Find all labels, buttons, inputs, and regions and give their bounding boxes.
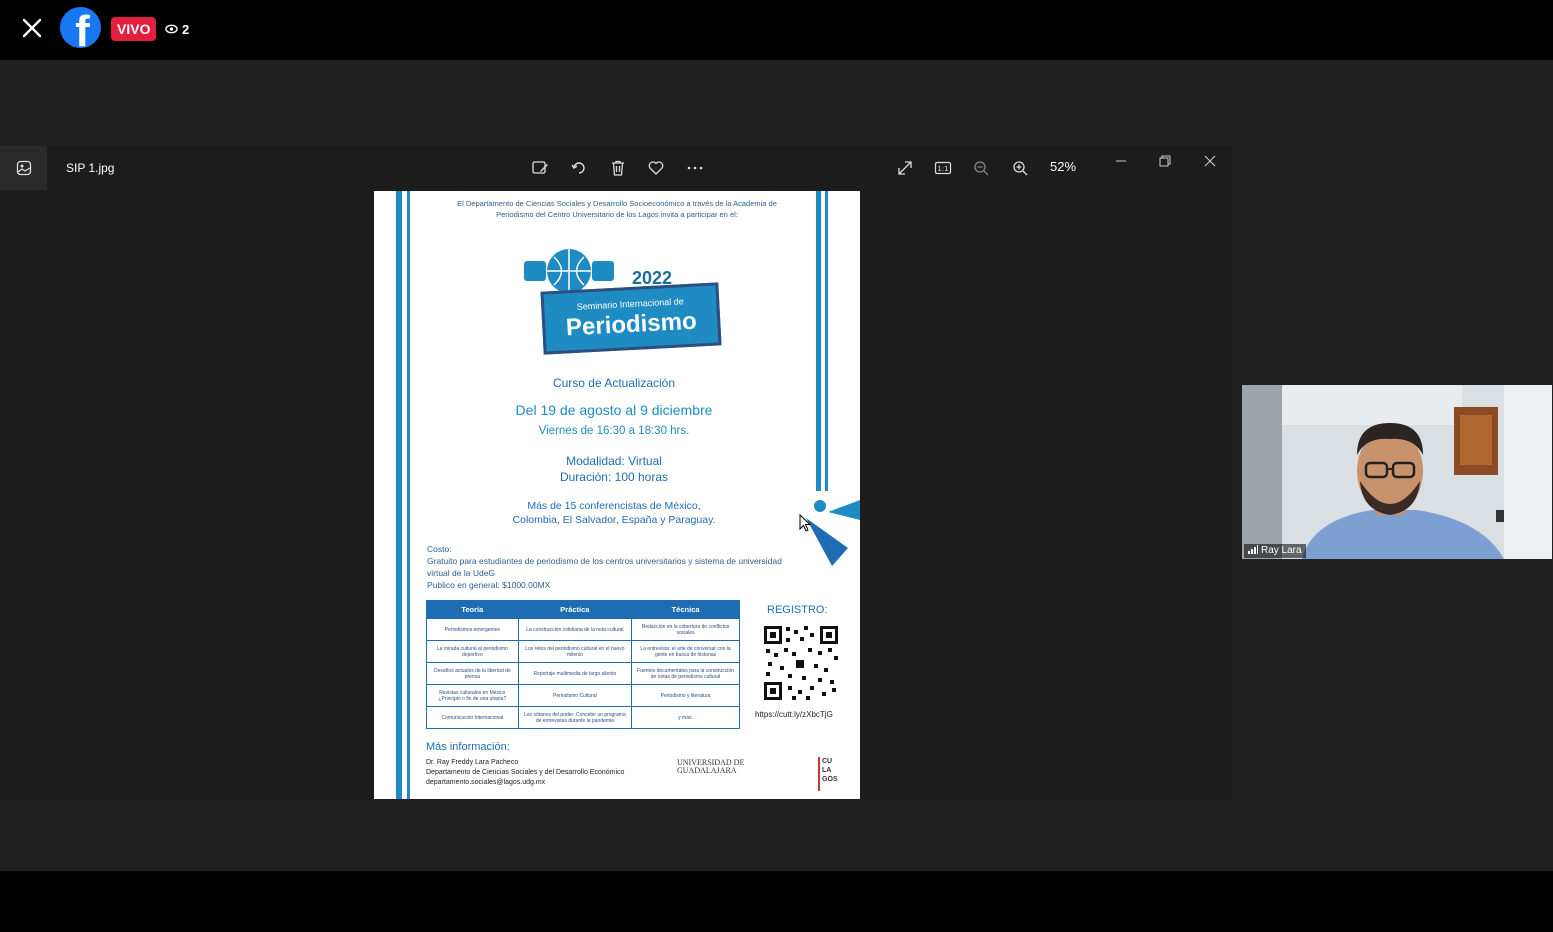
udg-line-2: GUADALAJARA [677, 766, 737, 775]
poster-stripe [816, 191, 821, 491]
zoom-out-icon[interactable] [970, 157, 992, 179]
cu-lagos-logo: CU LA GOS [818, 757, 840, 791]
zoom-in-icon[interactable] [1009, 157, 1031, 179]
contact-dept: Departamento de Ciencias Sociales y del … [426, 769, 625, 776]
table-cell: Redacción en la cobertura de conflictos … [631, 618, 740, 641]
course-table: Teoría Práctica Técnica Periodismos emer… [426, 600, 740, 729]
table-row: Desafíos actuales de la libertad de pren… [426, 662, 740, 685]
live-badge: VIVO [111, 17, 157, 41]
mas-info-heading: Más información: [426, 741, 510, 753]
qr-code-icon [762, 624, 840, 702]
mouse-cursor-icon [799, 514, 811, 532]
poster-speakers-line-1: Más de 15 conferencistas de México, [527, 500, 701, 512]
file-name: SIP 1.jpg [66, 161, 115, 175]
udg-logo: UNIVERSIDAD DE GUADALAJARA [677, 759, 744, 775]
top-bar: f VIVO 2 [0, 0, 1553, 60]
participant-name: Ray Lara [1261, 545, 1302, 556]
signal-bars-icon [1248, 544, 1258, 559]
table-row: Periodismos emergentes La construcción c… [426, 618, 740, 641]
poster-speakers-line-2: Colombia, El Salvador, España y Paraguay… [512, 514, 716, 526]
table-cell: Comunicación Internacional [426, 706, 519, 729]
photos-app-icon [0, 146, 47, 190]
close-icon[interactable] [18, 14, 46, 42]
participant-name-tag: Ray Lara [1244, 544, 1306, 558]
poster-decoration [806, 500, 860, 566]
poster-stripe [396, 191, 402, 799]
poster-dates: Del 19 de agosto al 9 diciembre [515, 402, 713, 418]
bottom-bar [0, 871, 1553, 932]
poster-logo-banner: Seminario Internacional de Periodismo [540, 282, 722, 355]
fullscreen-icon[interactable] [894, 157, 916, 179]
table-header: Técnica [631, 600, 740, 619]
registro-label: REGISTRO: [767, 604, 828, 616]
window-close-icon[interactable] [1199, 150, 1221, 172]
table-cell: Fuentes documentales para la construcció… [631, 662, 740, 685]
rotate-icon[interactable] [568, 157, 590, 179]
table-row: La mirada cultural al periodismo deporti… [426, 640, 740, 663]
minimize-icon[interactable] [1110, 150, 1132, 172]
cu-lagos-line: LA [822, 767, 832, 774]
poster-schedule: Viernes de 16:30 a 18:30 hrs. [538, 425, 690, 437]
poster-stripe [407, 191, 410, 799]
table-header: Teoría [426, 600, 519, 619]
poster-image: El Departamento de Ciencias Sociales y D… [374, 191, 860, 799]
restore-icon[interactable] [1154, 150, 1176, 172]
contact-info: Dr. Ray Freddy Lara Pacheco Departamento… [426, 758, 686, 788]
contact-name: Dr. Ray Freddy Lara Pacheco [426, 759, 519, 766]
participant-video[interactable]: Ray Lara [1242, 385, 1552, 559]
table-cell: Periodismos emergentes [426, 618, 519, 641]
table-cell: Desafíos actuales de la libertad de pren… [426, 662, 519, 685]
poster-duration: Duración: 100 horas [559, 470, 669, 484]
table-cell: Revistas culturales en México ¿Principio… [426, 684, 519, 707]
participant-video-feed [1242, 385, 1552, 559]
cost-general: Publico en general: $1000.00MX [427, 580, 551, 590]
cost-students: Gratuito para estudiantes de periodismo … [427, 556, 782, 578]
table-cell: Reportaje multimedia de largo aliento [517, 662, 633, 685]
delete-icon[interactable] [607, 157, 629, 179]
cu-lagos-line: CU [822, 758, 833, 765]
table-header: Práctica [517, 600, 633, 619]
cu-lagos-line: GOS [822, 776, 838, 783]
table-row: Revistas culturales en México ¿Principio… [426, 684, 740, 707]
viewer-count-value: 2 [182, 21, 190, 37]
zoom-level[interactable]: 52% [1050, 159, 1076, 174]
table-cell: Periodismo y literatura [631, 684, 740, 707]
poster-cost: Costo: Gratuito para estudiantes de peri… [427, 543, 787, 591]
contact-email: departamento.sociales@lagos.udg.mx [426, 779, 546, 786]
table-cell: La mirada cultural al periodismo deporti… [426, 640, 519, 663]
table-row: Comunicación Internacional Los sótanos d… [426, 706, 740, 729]
table-cell: Periodismo Cultural [517, 684, 633, 707]
svg-text:1:1: 1:1 [937, 165, 948, 173]
table-cell: La entrevista: el arte de conversar con … [631, 640, 740, 663]
viewer-toolbar: SIP 1.jpg 1:1 52% [0, 146, 1233, 190]
more-icon[interactable] [684, 157, 706, 179]
poster-course: Curso de Actualización [552, 376, 676, 390]
actual-size-icon[interactable]: 1:1 [932, 157, 954, 179]
table-cell: Los retos del periodismo cultural en el … [517, 640, 633, 663]
poster-modality: Modalidad: Virtual [566, 454, 662, 468]
facebook-logo-icon: f [60, 7, 101, 48]
poster-intro: El Departamento de Ciencias Sociales y D… [457, 199, 777, 219]
viewer-count: 2 [165, 20, 189, 38]
poster-stripe [825, 191, 828, 491]
cost-label: Costo: [427, 544, 452, 554]
table-cell: La construcción cotidiana de la nota cul… [517, 618, 633, 641]
table-cell: Los sótanos del poder: Concebir un progr… [517, 706, 633, 729]
eye-icon [165, 22, 178, 37]
favorite-icon[interactable] [645, 157, 667, 179]
table-cell: y más. [631, 706, 740, 729]
registro-url: https://cutt.ly/zXbcTjG [755, 710, 833, 719]
edit-image-icon[interactable] [529, 157, 551, 179]
